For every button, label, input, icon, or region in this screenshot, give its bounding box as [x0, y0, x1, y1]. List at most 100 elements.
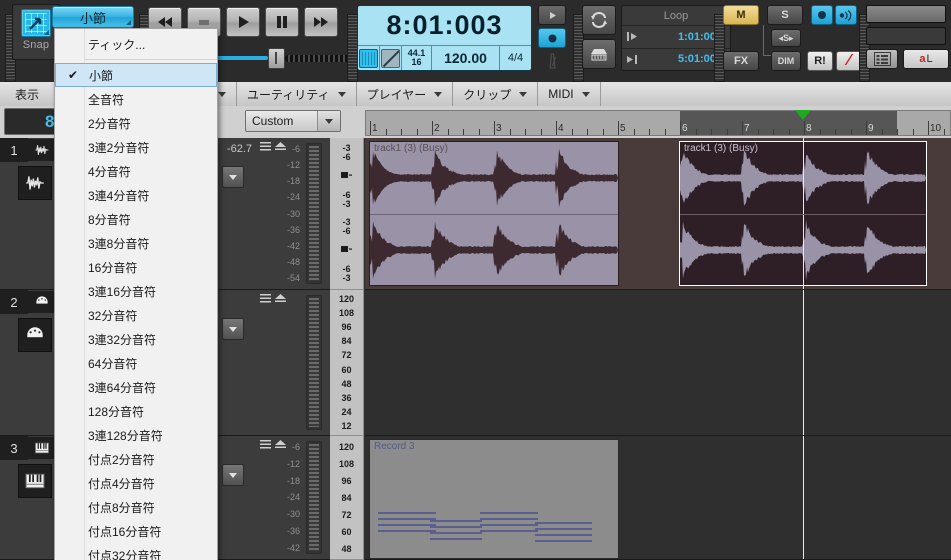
layout-select[interactable]: Custom — [245, 110, 341, 132]
fast-forward-button[interactable] — [304, 7, 338, 37]
menu-item-label: 表示 — [15, 86, 39, 103]
ruler-minor-tick — [479, 129, 480, 135]
time-display-panel[interactable]: 8:01:003 44.1 16 120.00 4/4 — [357, 5, 532, 71]
snap-menu-item-10[interactable]: 3連16分音符 — [55, 279, 217, 303]
track-output-dropdown[interactable] — [222, 464, 244, 486]
pause-button[interactable] — [265, 7, 299, 37]
ruler-minor-tick — [711, 129, 712, 135]
meter-scale-tick: -6 — [292, 144, 300, 154]
ruler-minor-tick — [851, 129, 852, 135]
snap-menu-item-7[interactable]: 8分音符 — [55, 207, 217, 231]
midi-drum-icon[interactable] — [28, 291, 56, 313]
module-strip-top[interactable] — [866, 5, 946, 23]
audition-play-button[interactable] — [538, 5, 566, 25]
chevron-down-icon — [229, 327, 237, 332]
solo-button[interactable]: S — [767, 5, 803, 25]
scrub-thumb[interactable] — [268, 48, 285, 69]
menu-item-3[interactable]: ユーティリティ — [237, 82, 357, 106]
track-list-icon — [260, 294, 271, 303]
snap-menu-item-14[interactable]: 3連64分音符 — [55, 375, 217, 399]
fx-button[interactable]: FX — [723, 51, 759, 71]
snap-menu-item-6[interactable]: 3連4分音符 — [55, 183, 217, 207]
midi-clip[interactable]: Record 3 — [369, 439, 619, 559]
module-strip-bottom[interactable] — [866, 27, 946, 45]
menu-item-6[interactable]: MIDI — [538, 82, 600, 106]
time-signature-value[interactable]: 4/4 — [500, 46, 531, 70]
layout-select-value: Custom — [246, 111, 317, 131]
snap-menu-item-9[interactable]: 16分音符 — [55, 255, 217, 279]
track-lane[interactable] — [365, 290, 951, 436]
menu-item-0[interactable]: 表示 — [0, 82, 55, 106]
audio-waveform-icon — [34, 142, 50, 158]
ruler-minor-tick — [463, 129, 464, 135]
snap-menu-item-18[interactable]: 付点4分音符 — [55, 471, 217, 495]
track-number: 1 — [0, 138, 28, 162]
snap-menu-item-21[interactable]: 付点32分音符 — [55, 543, 217, 560]
playhead-marker-icon[interactable] — [795, 110, 811, 120]
track-value-scale: 120 108 96 84 72 60 48 36 24 12 — [330, 290, 364, 436]
menu-item-5[interactable]: クリップ — [453, 82, 538, 106]
snap-menu-item-2[interactable]: 全音符 — [55, 87, 217, 111]
menu-item-4[interactable]: プレイヤー — [357, 82, 454, 106]
snap-menu-item-16[interactable]: 3連128分音符 — [55, 423, 217, 447]
menu-item-label: ユーティリティ — [247, 86, 330, 103]
track-lane[interactable]: Record 3 — [365, 436, 951, 560]
snap-menu-item-4[interactable]: 3連2分音符 — [55, 135, 217, 159]
ruler-minor-tick — [882, 129, 883, 135]
punch-range-button[interactable] — [582, 39, 616, 69]
browser-button[interactable]: a L — [903, 49, 949, 69]
menu-item-label: プレイヤー — [367, 86, 427, 103]
small-play-icon — [548, 11, 557, 20]
waveform-toggle[interactable] — [358, 46, 380, 70]
audition-record-button[interactable] — [538, 28, 566, 48]
snap-value-button[interactable]: 小節 — [52, 6, 134, 28]
track-type-icon[interactable] — [18, 464, 52, 498]
midi-toggle[interactable] — [380, 46, 402, 70]
mute-button[interactable]: M — [723, 5, 759, 25]
play-button[interactable] — [226, 7, 260, 37]
snap-menu-item-15[interactable]: 128分音符 — [55, 399, 217, 423]
snap-menu-item-12[interactable]: 3連32分音符 — [55, 327, 217, 351]
time-display-details: 44.1 16 120.00 4/4 — [358, 45, 531, 70]
input-echo-button[interactable] — [835, 5, 857, 25]
snap-menu-item-label: 付点32分音符 — [88, 547, 161, 560]
snap-menu-item-3[interactable]: 2分音符 — [55, 111, 217, 135]
dim-button[interactable]: DIM — [771, 51, 801, 71]
track-type-icon[interactable] — [18, 166, 52, 200]
ruler-minor-tick — [897, 129, 898, 135]
snap-menu-item-13[interactable]: 64分音符 — [55, 351, 217, 375]
list-view-button[interactable] — [866, 49, 898, 69]
time-ruler[interactable]: 1 2 3 4 5 6 7 8 9 10 — [365, 110, 951, 136]
snap-menu-item-0[interactable]: ティック... — [55, 32, 217, 56]
snap-menu-item-11[interactable]: 32分音符 — [55, 303, 217, 327]
metronome-button[interactable] — [538, 51, 566, 71]
audio-clip[interactable]: track1 (3) (Busy) — [369, 141, 619, 286]
track-output-dropdown[interactable] — [222, 318, 244, 340]
snap-menu-item-17[interactable]: 付点2分音符 — [55, 447, 217, 471]
track-type-icon[interactable] — [18, 318, 52, 352]
arm-record-button[interactable] — [811, 5, 833, 25]
ruler-major-tick — [432, 121, 433, 135]
scale-tick: 84 — [341, 336, 351, 346]
piano-keys-icon[interactable] — [28, 437, 56, 459]
r-bang-button[interactable]: R! — [807, 51, 833, 71]
ruler-major-tick — [680, 121, 681, 135]
ruler-major-tick — [494, 121, 495, 135]
ruler-minor-tick — [758, 129, 759, 135]
layout-select-arrow[interactable] — [317, 111, 340, 131]
solo-link-button[interactable]: ◂S▸ — [771, 29, 801, 47]
ruler-major-tick — [556, 121, 557, 135]
snap-menu-item-1[interactable]: ✔ 小節 — [55, 63, 217, 87]
snap-menu-item-19[interactable]: 付点8分音符 — [55, 495, 217, 519]
audio-waveform-icon[interactable] — [28, 139, 56, 161]
track-lane[interactable]: track1 (3) (Busy) track1 (3) (Busy) — [365, 138, 951, 290]
snap-menu-item-8[interactable]: 3連8分音符 — [55, 231, 217, 255]
tempo-value[interactable]: 120.00 — [432, 46, 500, 70]
snap-menu-item-20[interactable]: 付点16分音符 — [55, 519, 217, 543]
loop-toggle-button[interactable] — [582, 5, 616, 35]
track-output-dropdown[interactable] — [222, 166, 244, 188]
snap-dropdown-menu[interactable]: ティック... ✔ 小節 全音符 2分音符 3連2分音符 4分音符 3連4分音符 8分音符 3連8… — [54, 28, 218, 560]
scale-tick: 96 — [341, 322, 351, 332]
snap-menu-item-5[interactable]: 4分音符 — [55, 159, 217, 183]
midi-note — [430, 538, 482, 540]
